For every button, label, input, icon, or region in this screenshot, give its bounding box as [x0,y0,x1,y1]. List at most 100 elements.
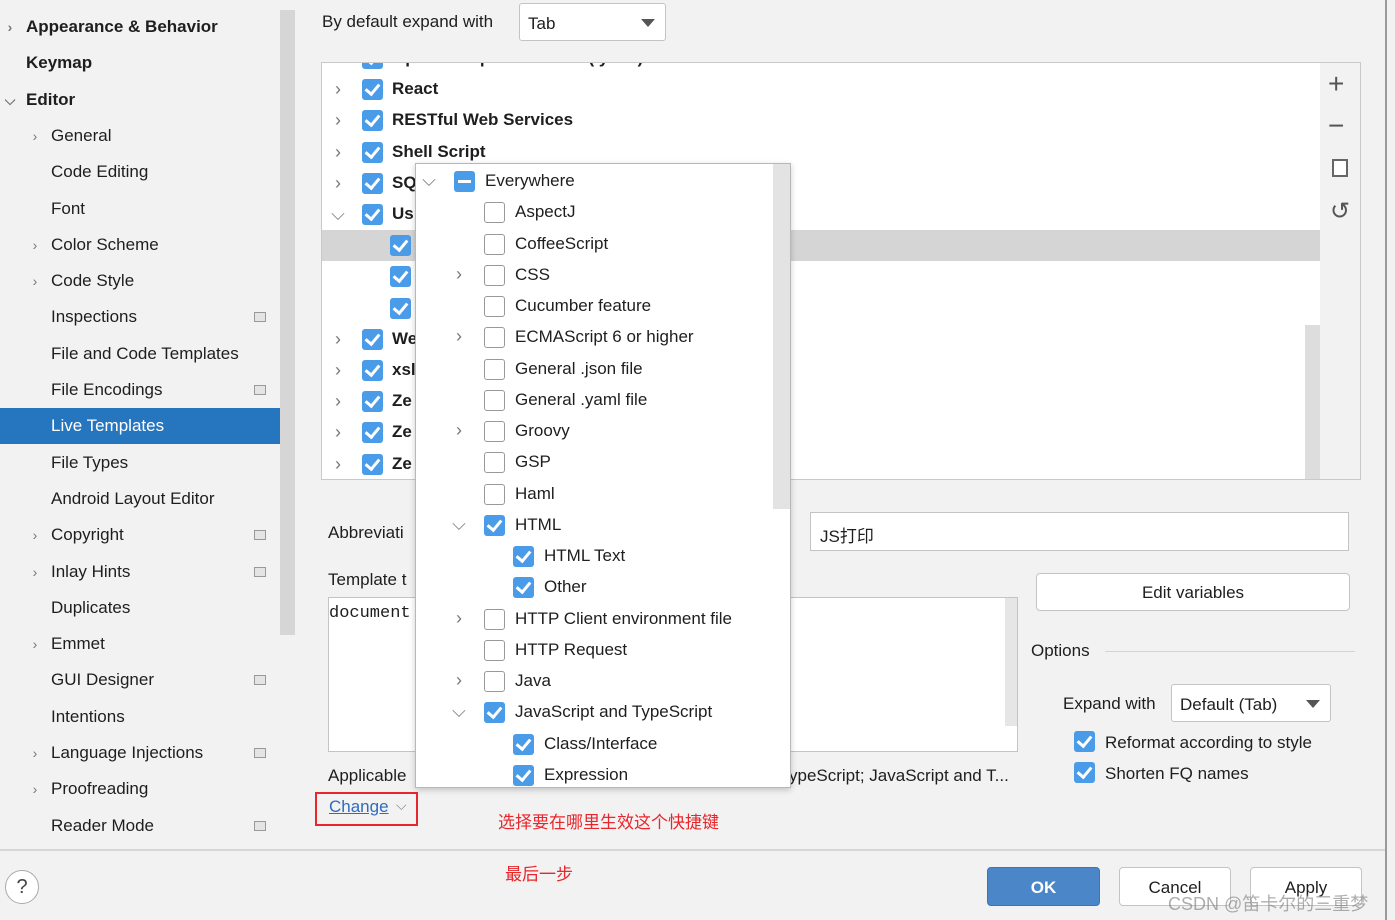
context-checkbox[interactable] [454,171,475,192]
description-input[interactable]: JS打印 [810,512,1349,551]
template-checkbox[interactable] [362,204,383,225]
chevron-right-icon[interactable]: › [27,554,43,590]
context-row[interactable]: ⌵ JavaScript and TypeScript [416,697,774,728]
context-checkbox[interactable] [484,452,505,474]
chevron-down-icon[interactable]: ⌵ [451,514,467,535]
sidebar-item-keymap[interactable]: Keymap [0,45,280,81]
remove-icon[interactable]: − [1328,111,1344,141]
context-checkbox[interactable] [484,483,505,505]
edit-variables-button[interactable]: Edit variables [1036,573,1350,611]
chevron-down-icon[interactable]: ⌵ [451,701,467,722]
chevron-right-icon[interactable]: › [330,142,346,163]
context-row[interactable]: Class/Interface [416,729,774,760]
context-row[interactable]: › HTTP Client environment file [416,604,774,635]
template-checkbox[interactable] [362,422,383,444]
chevron-right-icon[interactable]: › [27,735,43,771]
context-checkbox[interactable] [484,202,505,224]
context-checkbox[interactable] [484,264,505,286]
sidebar-item-font[interactable]: Font [0,191,280,227]
chevron-right-icon[interactable]: › [2,9,18,45]
popup-scrollbar[interactable] [773,164,790,509]
chevron-right-icon[interactable]: › [27,771,43,807]
context-checkbox[interactable] [484,639,505,661]
chevron-right-icon[interactable]: › [330,360,346,381]
template-checkbox[interactable] [362,328,383,350]
sidebar-item-language-injections[interactable]: › Language Injections [0,735,280,771]
editor-scrollbar[interactable] [1005,598,1017,726]
context-checkbox[interactable] [484,389,505,411]
context-row[interactable]: General .yaml file [416,385,774,416]
context-row[interactable]: › Groovy [416,416,774,447]
context-row[interactable]: Other [416,572,774,603]
context-checkbox[interactable] [484,296,505,317]
template-checkbox[interactable] [390,266,411,288]
reformat-checkbox[interactable] [1074,731,1095,752]
sidebar-item-file-and-code-templates[interactable]: File and Code Templates [0,336,280,372]
template-checkbox[interactable] [362,391,383,413]
context-row[interactable]: ⌵ Everywhere [416,166,774,197]
sidebar-item-file-encodings[interactable]: File Encodings [0,372,280,408]
context-checkbox[interactable] [484,421,505,442]
context-checkbox[interactable] [484,233,505,255]
sidebar-item-copyright[interactable]: › Copyright [0,517,280,553]
tree-row[interactable]: › RESTful Web Services [322,105,1320,136]
sidebar-scrollbar[interactable] [280,10,295,635]
sidebar-item-reader-mode[interactable]: Reader Mode [0,808,280,844]
restore-icon[interactable]: ↺ [1330,197,1350,226]
context-checkbox[interactable] [484,671,505,692]
chevron-down-icon[interactable]: ⌵ [2,82,18,118]
context-checkbox[interactable] [484,514,505,536]
sidebar-item-intentions[interactable]: Intentions [0,699,280,735]
change-link[interactable]: Change [329,797,389,817]
template-checkbox[interactable] [362,63,383,69]
chevron-right-icon[interactable]: › [330,422,346,443]
sidebar-item-color-scheme[interactable]: › Color Scheme [0,227,280,263]
context-checkbox[interactable] [484,358,505,380]
chevron-right-icon[interactable]: › [330,63,346,69]
template-checkbox[interactable] [390,297,411,319]
context-checkbox[interactable] [484,327,505,349]
context-row[interactable]: Expression [416,760,774,787]
sidebar-item-appearance-behavior[interactable]: › Appearance & Behavior [0,9,280,45]
context-row[interactable]: Haml [416,479,774,510]
chevron-right-icon[interactable]: › [27,626,43,662]
chevron-down-icon[interactable]: ⌵ [421,170,437,191]
help-icon[interactable]: ? [5,870,39,904]
sidebar-item-inlay-hints[interactable]: › Inlay Hints [0,554,280,590]
chevron-right-icon[interactable]: › [27,517,43,553]
context-row[interactable]: ⌵ HTML [416,510,774,541]
sidebar-item-android-layout-editor[interactable]: Android Layout Editor [0,481,280,517]
sidebar-item-gui-designer[interactable]: GUI Designer [0,662,280,698]
context-row[interactable]: › Java [416,666,774,697]
chevron-right-icon[interactable]: › [27,227,43,263]
copy-icon[interactable] [1332,159,1348,177]
chevron-right-icon[interactable]: › [451,670,467,691]
tree-row[interactable]: › React [322,74,1320,105]
context-row[interactable]: AspectJ [416,197,774,228]
sidebar-item-code-style[interactable]: › Code Style [0,263,280,299]
sidebar-item-general[interactable]: › General [0,118,280,154]
chevron-right-icon[interactable]: › [451,326,467,347]
template-checkbox[interactable] [390,235,411,257]
tree-row[interactable]: › OpenAPI Specifications (.yaml) [322,63,1320,74]
context-row[interactable]: Cucumber feature [416,291,774,322]
chevron-right-icon[interactable]: › [451,420,467,441]
context-row[interactable]: General .json file [416,354,774,385]
context-checkbox[interactable] [513,764,534,786]
context-checkbox[interactable] [484,608,505,630]
chevron-right-icon[interactable]: › [27,118,43,154]
add-icon[interactable]: + [1328,69,1344,99]
template-checkbox[interactable] [362,172,383,194]
chevron-right-icon[interactable]: › [330,79,346,100]
sidebar-item-code-editing[interactable]: Code Editing [0,154,280,190]
template-checkbox[interactable] [362,141,383,163]
context-row[interactable]: GSP [416,447,774,478]
template-checkbox[interactable] [362,110,383,132]
sidebar-item-inspections[interactable]: Inspections [0,299,280,335]
chevron-right-icon[interactable]: › [451,264,467,285]
chevron-right-icon[interactable]: › [27,263,43,299]
sidebar-item-proofreading[interactable]: › Proofreading [0,771,280,807]
context-row[interactable]: HTTP Request [416,635,774,666]
context-row[interactable]: › ECMAScript 6 or higher [416,322,774,353]
context-row[interactable]: › CSS [416,260,774,291]
